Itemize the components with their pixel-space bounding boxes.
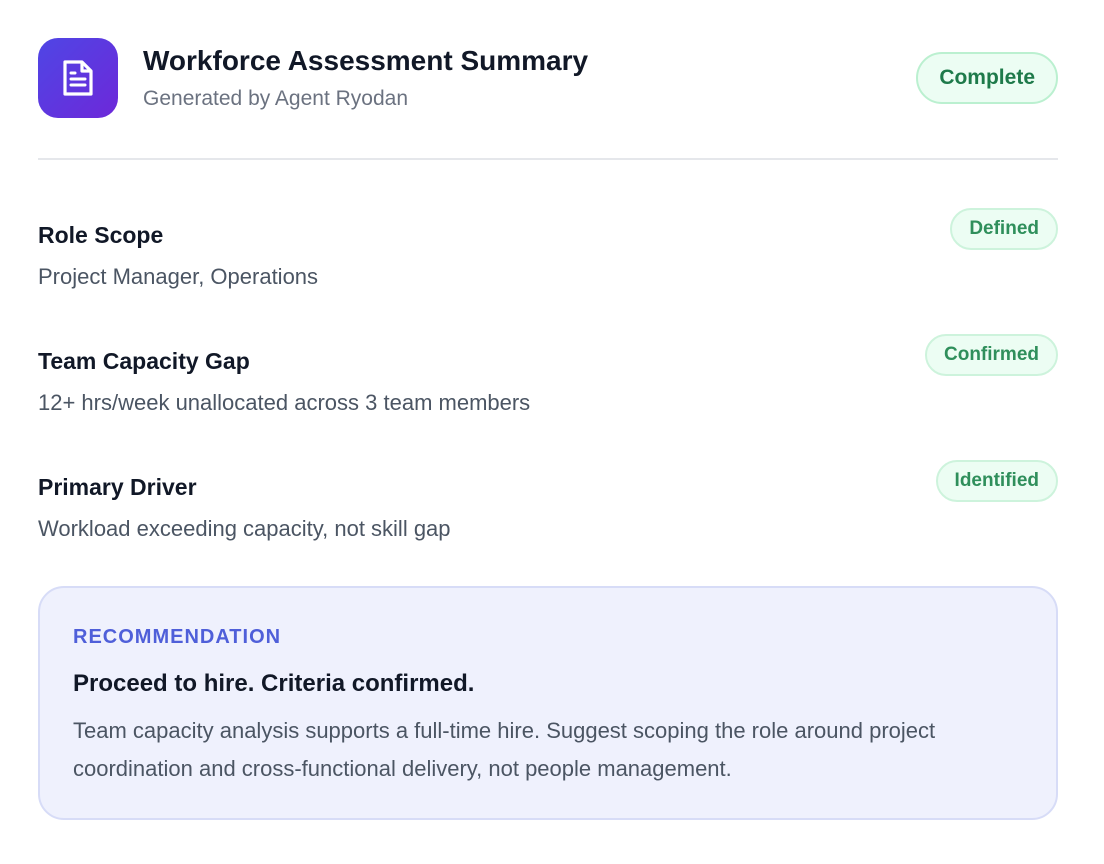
card-header: Workforce Assessment Summary Generated b…: [38, 38, 1058, 118]
header-divider: [38, 158, 1058, 160]
finding-value: Project Manager, Operations: [38, 264, 319, 289]
finding-role-scope: Role Scope Project Manager, Operations D…: [38, 208, 1058, 298]
finding-status-badge: Identified: [935, 460, 1058, 502]
recommendation-body: Team capacity analysis supports a full-t…: [73, 718, 936, 781]
finding-value: 12+ hrs/week unallocated across 3 team m…: [38, 390, 531, 415]
assessment-card: Workforce Assessment Summary Generated b…: [38, 0, 1058, 864]
finding-primary-driver: Primary Driver Workload exceeding capaci…: [38, 460, 1058, 550]
finding-value: Workload exceeding capacity, not skill g…: [38, 516, 451, 541]
page-subtitle: Generated by Agent Ryodan: [143, 87, 409, 110]
finding-label: Role Scope: [38, 222, 164, 248]
finding-label: Team Capacity Gap: [38, 348, 250, 374]
finding-label: Primary Driver: [38, 474, 197, 500]
page-title: Workforce Assessment Summary: [143, 45, 589, 76]
recommendation-heading: Proceed to hire. Criteria confirmed.: [73, 670, 475, 697]
status-badge: Complete: [916, 52, 1058, 104]
finding-status-badge: Confirmed: [925, 334, 1058, 376]
document-icon: [38, 38, 118, 118]
recommendation-panel: RECOMMENDATION Proceed to hire. Criteria…: [38, 586, 1058, 820]
finding-team-capacity-gap: Team Capacity Gap 12+ hrs/week unallocat…: [38, 334, 1058, 424]
finding-status-badge: Defined: [950, 208, 1058, 250]
recommendation-kicker: RECOMMENDATION: [73, 626, 282, 648]
